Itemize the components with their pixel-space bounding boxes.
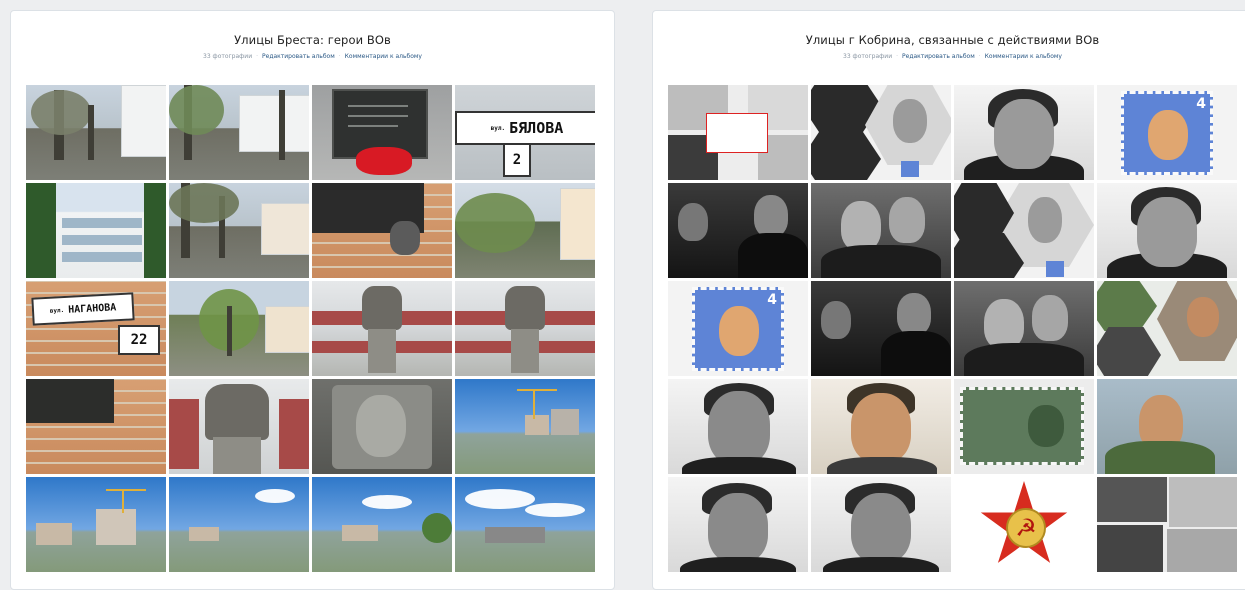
photo-thumbnail[interactable] (811, 379, 951, 474)
photo-thumbnail[interactable] (811, 281, 951, 376)
photo-thumbnail[interactable] (811, 183, 951, 278)
album-comments-link[interactable]: Комментарии к альбому (985, 53, 1062, 60)
photo-count: 33 фотографии (843, 53, 893, 60)
photo-thumbnail[interactable]: вул. НАГАНОВА 22 (26, 281, 166, 376)
photo-count: 33 фотографии (203, 53, 253, 60)
photo-grid: вул. БЯЛОВА 2 вул. НАГАНОВА 22 (26, 85, 595, 572)
edit-album-link[interactable]: Редактировать альбом (262, 53, 335, 60)
street-sign: вул. БЯЛОВА (455, 111, 595, 145)
photo-thumbnail[interactable] (954, 379, 1094, 474)
photo-thumbnail[interactable] (455, 281, 595, 376)
photo-thumbnail[interactable]: 4 (1097, 85, 1237, 180)
poster-badge (706, 113, 768, 153)
street-sign: вул. НАГАНОВА (31, 292, 135, 326)
album-card-brest: Улицы Бреста: герои ВОв 33 фотографии · Ре… (10, 10, 615, 590)
photo-thumbnail[interactable] (26, 85, 166, 180)
photo-thumbnail[interactable] (26, 379, 166, 474)
album-title: Улицы г Кобрина, связанные с действиями … (805, 33, 1100, 47)
photo-thumbnail[interactable] (1097, 183, 1237, 278)
album-meta: 33 фотографии · Редактировать альбом · Комме… (203, 53, 422, 60)
photo-thumbnail[interactable] (312, 85, 452, 180)
photo-thumbnail[interactable] (169, 477, 309, 572)
album-title: Улицы Бреста: герои ВОв (234, 33, 391, 47)
photo-thumbnail[interactable] (312, 379, 452, 474)
photo-thumbnail[interactable] (954, 281, 1094, 376)
photo-thumbnail[interactable] (455, 477, 595, 572)
house-number: 22 (118, 325, 160, 355)
photo-thumbnail[interactable] (1097, 477, 1237, 572)
photo-grid: 4 4 ☭ (668, 85, 1237, 572)
photo-thumbnail[interactable] (668, 379, 808, 474)
photo-thumbnail[interactable] (26, 183, 166, 278)
photo-thumbnail[interactable] (954, 183, 1094, 278)
house-number: 2 (503, 143, 531, 177)
photo-thumbnail[interactable] (312, 281, 452, 376)
photo-thumbnail[interactable] (1097, 281, 1237, 376)
photo-thumbnail[interactable] (312, 477, 452, 572)
album-meta: 33 фотографии · Редактировать альбом · Комме… (843, 53, 1062, 60)
hammer-sickle-icon: ☭ (1015, 514, 1037, 542)
photo-thumbnail[interactable] (668, 85, 808, 180)
photo-thumbnail[interactable]: вул. БЯЛОВА 2 (455, 85, 595, 180)
album-comments-link[interactable]: Комментарии к альбому (345, 53, 422, 60)
photo-thumbnail[interactable] (455, 379, 595, 474)
photo-thumbnail[interactable] (169, 281, 309, 376)
photo-thumbnail[interactable] (668, 183, 808, 278)
photo-thumbnail[interactable]: ☭ (954, 477, 1094, 572)
photo-thumbnail[interactable] (26, 477, 166, 572)
photo-thumbnail[interactable] (668, 477, 808, 572)
album-card-kobrin: Улицы г Кобрина, связанные с действиями … (652, 10, 1245, 590)
edit-album-link[interactable]: Редактировать альбом (902, 53, 975, 60)
photo-thumbnail[interactable] (954, 85, 1094, 180)
album-header: Улицы Бреста: герои ВОв 33 фотографии · Ре… (11, 11, 614, 69)
album-header: Улицы г Кобрина, связанные с действиями … (653, 11, 1245, 69)
photo-thumbnail[interactable] (312, 183, 452, 278)
photo-thumbnail[interactable] (1097, 379, 1237, 474)
photo-thumbnail[interactable] (455, 183, 595, 278)
photo-thumbnail[interactable] (169, 379, 309, 474)
photo-thumbnail[interactable]: 4 (668, 281, 808, 376)
photo-thumbnail[interactable] (811, 477, 951, 572)
photo-thumbnail[interactable] (169, 85, 309, 180)
photo-thumbnail[interactable] (811, 85, 951, 180)
photo-thumbnail[interactable] (169, 183, 309, 278)
